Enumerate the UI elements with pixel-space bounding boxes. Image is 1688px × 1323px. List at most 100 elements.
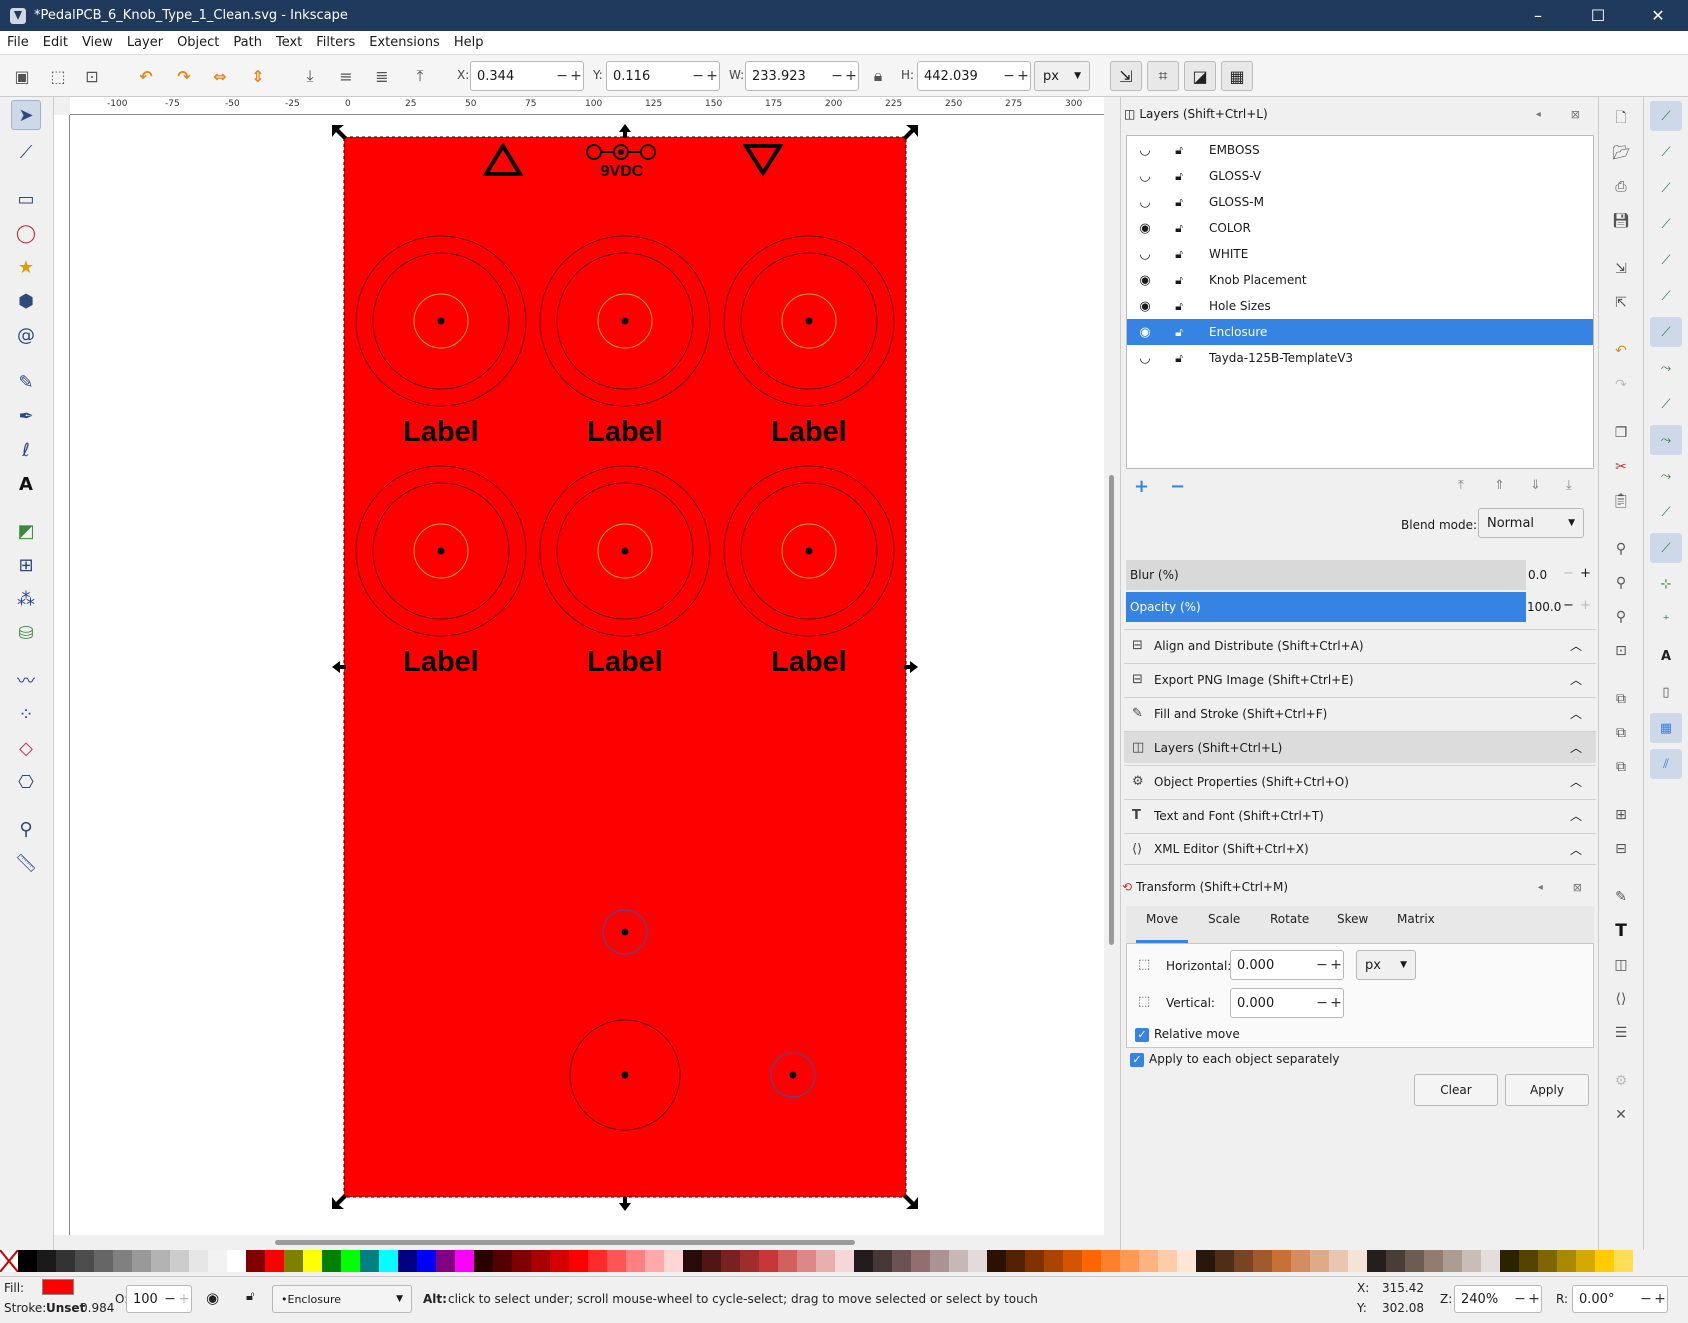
dialog-align-distribute[interactable]: ⊟ Align and Distribute (Shift+Ctrl+A) ︿ xyxy=(1124,629,1596,661)
chevron-up-icon[interactable]: ︿ xyxy=(1570,705,1582,722)
rectangle-tool-icon[interactable]: ▭ xyxy=(11,184,41,214)
snap-intersections-icon[interactable]: ⟋ xyxy=(1650,389,1682,419)
deselect-icon[interactable]: ⊡ xyxy=(80,64,104,88)
close-button[interactable]: ✕ xyxy=(1628,6,1688,25)
color-swatch[interactable] xyxy=(930,1250,949,1272)
color-swatch[interactable] xyxy=(246,1250,265,1272)
color-swatch[interactable] xyxy=(1253,1250,1272,1272)
transform-gradients-icon[interactable]: ◪ xyxy=(1184,61,1216,91)
selector-tool-icon[interactable]: ➤ xyxy=(11,100,41,130)
copy-icon[interactable]: ❐ xyxy=(1609,421,1633,445)
lock-open-icon[interactable]: 🔓︎ xyxy=(1169,247,1189,262)
color-swatch[interactable] xyxy=(664,1250,683,1272)
transform-unit-dropdown[interactable]: px ▼ xyxy=(1356,950,1416,980)
horizontal-scrollbar[interactable] xyxy=(70,1235,1104,1250)
new-document-icon[interactable]: 🗋︎ xyxy=(1609,107,1633,131)
color-swatch[interactable] xyxy=(1462,1250,1481,1272)
w-spinbox[interactable]: 233.923 − + xyxy=(745,61,859,91)
no-paint-swatch[interactable] xyxy=(0,1249,19,1273)
zoom-decrement-icon[interactable]: − xyxy=(1513,1291,1527,1307)
rotate-ccw-icon[interactable]: ↶ xyxy=(134,64,158,88)
color-swatch[interactable] xyxy=(1158,1250,1177,1272)
layer-list[interactable]: ◡ 🔓︎ EMBOSS ◡ 🔓︎ GLOSS-V ◡ 🔓︎ GLOSS-M ◉ 🔓︎ COLOR… xyxy=(1126,135,1594,469)
chevron-up-icon[interactable]: ︿ xyxy=(1570,671,1582,688)
3d-box-tool-icon[interactable]: ⬢ xyxy=(11,286,41,316)
measure-tool-icon[interactable]: 📏︎ xyxy=(11,848,41,878)
horizontal-increment-icon[interactable]: + xyxy=(1329,957,1343,973)
color-swatch[interactable] xyxy=(1348,1250,1367,1272)
group-icon[interactable]: ⊞ xyxy=(1609,803,1633,827)
lock-open-icon[interactable]: 🔓︎ xyxy=(1169,221,1189,236)
menu-extensions[interactable]: Extensions xyxy=(362,35,447,50)
fill-stroke-icon[interactable]: ✎ xyxy=(1609,885,1633,909)
lock-ratio-icon[interactable]: 🔒︎ xyxy=(866,64,890,88)
knob-label[interactable]: Label xyxy=(771,416,847,448)
snap-rotation-center-icon[interactable]: ⊹ xyxy=(1650,569,1682,599)
menu-text[interactable]: Text xyxy=(269,35,309,50)
h-increment-icon[interactable]: + xyxy=(1016,68,1030,84)
pen-tool-icon[interactable]: ✒ xyxy=(11,401,41,431)
color-swatch[interactable] xyxy=(1576,1250,1595,1272)
color-swatch[interactable] xyxy=(132,1250,151,1272)
color-swatch[interactable] xyxy=(683,1250,702,1272)
duplicate-icon[interactable]: ⧉ xyxy=(1609,687,1633,711)
snap-text-icon[interactable]: A xyxy=(1650,641,1682,671)
color-swatch[interactable] xyxy=(1500,1250,1519,1272)
snap-bbox-icon[interactable]: ⟋ xyxy=(1650,137,1682,167)
color-swatch[interactable] xyxy=(721,1250,740,1272)
layer-row[interactable]: ◡ 🔓︎ WHITE xyxy=(1127,241,1593,267)
blur-increment-icon[interactable]: + xyxy=(1580,566,1591,581)
snap-paths-icon[interactable]: ⤳ xyxy=(1650,353,1682,383)
color-swatch[interactable] xyxy=(1367,1250,1386,1272)
snap-guide-icon[interactable]: ⫽ xyxy=(1650,749,1682,779)
knob-label[interactable]: Label xyxy=(403,646,479,678)
print-icon[interactable]: ⎙ xyxy=(1609,175,1633,199)
snap-bbox-midpoint-icon[interactable]: ⟋ xyxy=(1650,245,1682,275)
color-swatch[interactable] xyxy=(1291,1250,1310,1272)
menu-filters[interactable]: Filters xyxy=(309,35,362,50)
relative-move-checkbox[interactable]: ✓ xyxy=(1135,1028,1149,1042)
snap-grid-icon[interactable]: ▦ xyxy=(1650,713,1682,743)
eye-open-icon[interactable]: ◉ xyxy=(1135,299,1155,314)
color-swatch[interactable] xyxy=(1386,1250,1405,1272)
lock-open-icon[interactable]: 🔓︎ xyxy=(1169,299,1189,314)
layer-lock-icon[interactable]: 🔓︎ xyxy=(246,1289,254,1304)
rotate-cw-icon[interactable]: ↷ xyxy=(172,64,196,88)
spiral-tool-icon[interactable]: @ xyxy=(11,320,41,350)
color-swatch[interactable] xyxy=(550,1250,569,1272)
color-swatch[interactable] xyxy=(1405,1250,1424,1272)
status-opacity-value[interactable]: 100 xyxy=(127,1292,163,1307)
color-swatch[interactable] xyxy=(949,1250,968,1272)
color-swatch[interactable] xyxy=(740,1250,759,1272)
select-all-icon[interactable]: ▣ xyxy=(10,64,34,88)
unit-dropdown[interactable]: px ▼ xyxy=(1034,61,1090,91)
color-swatch[interactable] xyxy=(1177,1250,1196,1272)
color-swatch[interactable] xyxy=(854,1250,873,1272)
eye-closed-icon[interactable]: ◡ xyxy=(1135,247,1155,262)
color-swatch[interactable] xyxy=(56,1250,75,1272)
unlink-clone-icon[interactable]: ⧉ xyxy=(1609,755,1633,779)
color-swatch[interactable] xyxy=(1025,1250,1044,1272)
tab-scale[interactable]: Scale xyxy=(1208,912,1240,926)
horizontal-decrement-icon[interactable]: − xyxy=(1315,957,1329,973)
color-swatch[interactable] xyxy=(398,1250,417,1272)
scale-corners-icon[interactable]: ⌗ xyxy=(1147,61,1179,91)
color-swatch[interactable] xyxy=(645,1250,664,1272)
vertical-scroll-thumb[interactable] xyxy=(1109,475,1114,945)
preferences-icon[interactable]: ⚙ xyxy=(1609,1069,1633,1093)
zoom-tool-icon[interactable]: ⚲ xyxy=(11,814,41,844)
rotation-decrement-icon[interactable]: − xyxy=(1639,1291,1653,1307)
cut-icon[interactable]: ✂ xyxy=(1609,455,1633,479)
snap-bbox-center-icon[interactable]: ⟋ xyxy=(1650,281,1682,311)
blend-mode-dropdown[interactable]: Normal ▼ xyxy=(1478,508,1584,538)
raise-icon[interactable]: ≣ xyxy=(370,64,394,88)
color-swatch[interactable] xyxy=(892,1250,911,1272)
panel-close-icon[interactable]: ⊠ xyxy=(1573,881,1582,894)
x-decrement-icon[interactable]: − xyxy=(555,68,569,84)
snap-text-baseline-icon[interactable]: ⁺ xyxy=(1650,605,1682,635)
snap-object-center-icon[interactable]: ⟋ xyxy=(1650,533,1682,563)
star-tool-icon[interactable]: ★ xyxy=(11,252,41,282)
h-spinbox[interactable]: 442.039 − + xyxy=(917,61,1031,91)
layer-down-icon[interactable]: ⇓ xyxy=(1530,478,1541,493)
lower-icon[interactable]: ≡ xyxy=(334,64,358,88)
